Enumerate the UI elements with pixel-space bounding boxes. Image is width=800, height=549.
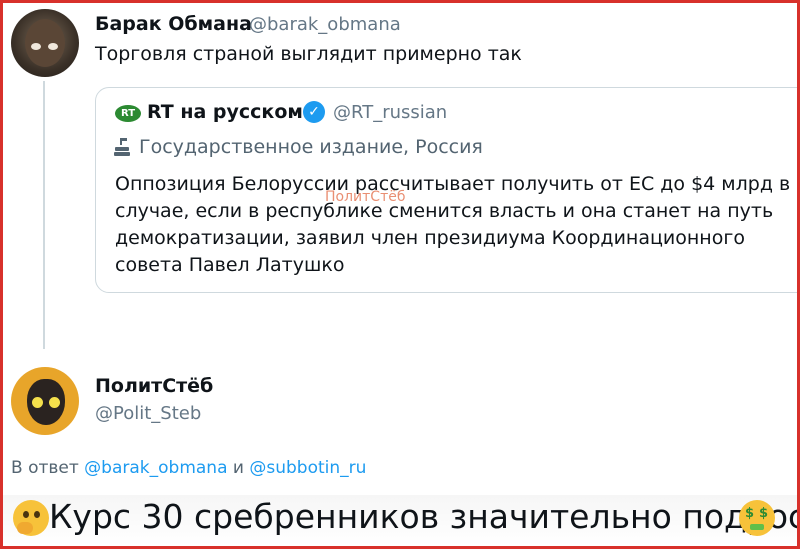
money-mouth-face-icon: $ $ xyxy=(739,500,775,536)
tweet1-author-name[interactable]: Барак Обмана xyxy=(95,13,252,35)
avatar-eye xyxy=(31,43,41,50)
thread-connector-line xyxy=(43,81,45,349)
state-media-label[interactable]: Государственное издание, Россия xyxy=(139,136,483,158)
quoted-tweet-text: Оппозиция Белоруссии рассчитывает получи… xyxy=(115,173,791,276)
tweet1-author-handle[interactable]: @barak_obmana xyxy=(249,14,401,35)
watermark-text: ПолитСтёб xyxy=(325,189,406,205)
avatar-politsteb[interactable] xyxy=(11,367,79,435)
avatar-eye xyxy=(30,395,45,410)
avatar-barak-obmana[interactable] xyxy=(11,9,79,77)
reply-user-link[interactable]: @subbotin_ru xyxy=(249,458,366,478)
reply-prefix: В ответ xyxy=(11,458,79,478)
emoji-eye xyxy=(23,511,29,518)
tweet2-text: Курс 30 сребренников значительно подрос… xyxy=(49,497,800,536)
tweet2-author-handle[interactable]: @Polit_Steb xyxy=(95,403,201,424)
quoted-author-name[interactable]: RT на русском xyxy=(147,101,303,123)
reply-user-link[interactable]: @barak_obmana xyxy=(84,458,227,478)
rt-logo-icon: RT xyxy=(115,105,141,122)
quoted-author-handle[interactable]: @RT_russian xyxy=(333,102,447,123)
emoji-tongue xyxy=(750,524,764,530)
reply-and: и xyxy=(232,458,244,478)
emoji-dollar-eye: $ xyxy=(745,506,755,521)
emoji-dollar-eye: $ xyxy=(759,506,769,521)
emoji-hand xyxy=(17,522,33,534)
avatar-face xyxy=(25,19,65,67)
avatar-eye xyxy=(48,43,58,50)
emoji-eye xyxy=(34,511,40,518)
screenshot-frame: Барак Обмана @barak_obmana Торговля стра… xyxy=(0,0,800,549)
tweet1-text: Торговля страной выглядит примерно так xyxy=(95,43,522,65)
avatar-eye xyxy=(47,395,62,410)
government-building-icon xyxy=(114,138,130,156)
avatar-cat xyxy=(27,379,65,425)
reply-to-line: В ответ @barak_obmana и @subbotin_ru xyxy=(11,458,366,478)
thinking-face-icon xyxy=(13,500,49,536)
tweet2-author-name[interactable]: ПолитСтёб xyxy=(95,375,213,397)
verified-badge-icon: ✓ xyxy=(303,101,325,123)
